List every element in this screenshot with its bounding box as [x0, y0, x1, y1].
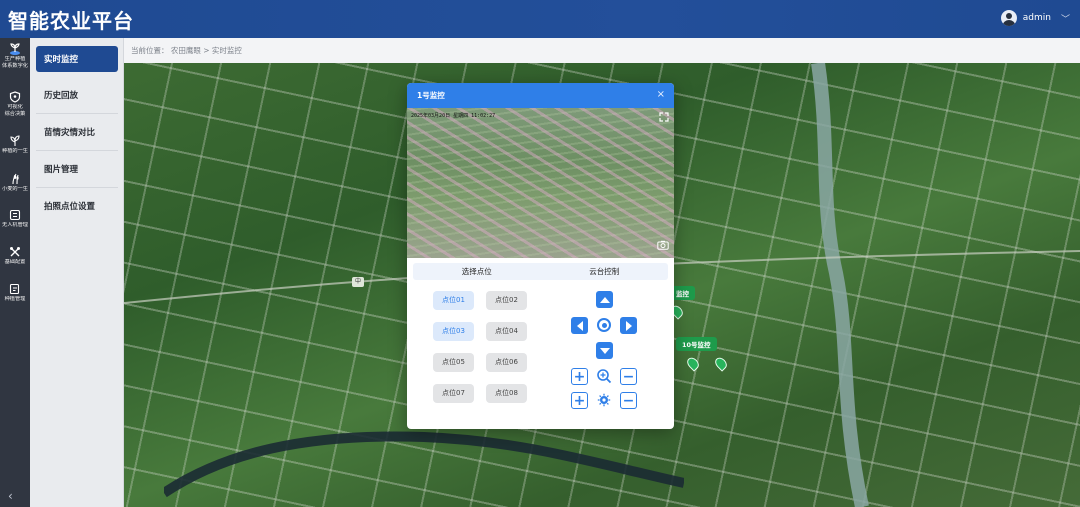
arrow-down-icon [599, 347, 610, 354]
sprout-icon [8, 134, 22, 148]
modal-header: 1号监控 × [407, 83, 674, 108]
minus-icon: − [622, 368, 635, 385]
rail-item-config[interactable]: 基础配置 [0, 245, 30, 266]
point-button[interactable]: 点位05 [433, 353, 474, 372]
user-name[interactable]: admin [1023, 13, 1051, 23]
rail-item-planting-mgmt[interactable]: 种植管理 [0, 282, 30, 303]
canal [164, 431, 684, 498]
point-button[interactable]: 点位01 [433, 291, 474, 310]
edit-icon [8, 282, 22, 296]
point-button[interactable]: 点位08 [486, 384, 527, 403]
wheat-icon [8, 172, 22, 186]
ptz-left-button[interactable] [571, 317, 588, 334]
avatar[interactable] [1000, 10, 1017, 26]
ptz-right-button[interactable] [620, 317, 637, 334]
rail-item-label: 种植管理 [4, 296, 26, 302]
map-camera-label[interactable]: 10号监控 [676, 337, 717, 351]
divider [36, 187, 118, 188]
fullscreen-icon[interactable] [658, 112, 670, 124]
close-icon[interactable]: × [657, 89, 665, 101]
point-button[interactable]: 点位04 [486, 322, 527, 341]
user-menu[interactable]: admin ﹀ [1000, 10, 1070, 26]
zoom-in-button[interactable]: + [571, 368, 588, 385]
plus-icon: + [573, 392, 586, 409]
drone-icon [8, 208, 22, 222]
map-poi-badge[interactable]: 中 [352, 277, 364, 287]
rail-item-label: 种植的一生 [2, 148, 28, 154]
breadcrumb: 当前位置： 农田鹰眼 > 实时监控 [124, 38, 1080, 63]
modal-title: 1号监控 [417, 91, 445, 100]
arrow-up-icon [599, 296, 610, 303]
chevron-left-icon[interactable]: ‹ [8, 489, 13, 503]
arrow-right-icon [625, 320, 632, 331]
shield-icon [8, 90, 22, 104]
tab-select-point[interactable]: 选择点位 [413, 263, 541, 280]
subnav-item-live-monitor[interactable]: 实时监控 [36, 46, 118, 72]
subnav-item-playback[interactable]: 历史回放 [36, 82, 118, 108]
divider [36, 150, 118, 151]
point-button[interactable]: 点位03 [433, 322, 474, 341]
sub-sidebar: 实时监控 历史回放 苗情灾情对比 图片管理 拍照点位设置 [30, 38, 124, 507]
focus-out-button[interactable]: − [620, 392, 637, 409]
video-timestamp: 2025年03月20日 星期四 11:02:27 [411, 113, 496, 119]
main-nav-rail: 生产种植 体系数字化 可视化 综合决策 种植的一生 小麦的一生 无人机管理 基础配置 [0, 38, 30, 507]
ptz-center-icon[interactable] [597, 318, 611, 332]
modal-tabs: 选择点位 云台控制 [413, 263, 668, 280]
plant-icon [8, 42, 22, 56]
point-button[interactable]: 点位02 [486, 291, 527, 310]
rail-item-label: 小麦的一生 [2, 186, 28, 192]
app-title: 智能农业平台 [8, 8, 134, 33]
video-feed[interactable]: 2025年03月20日 星期四 11:02:27 [407, 108, 674, 258]
subnav-item-photo-points[interactable]: 拍照点位设置 [36, 193, 118, 219]
chevron-down-icon[interactable]: ﹀ [1061, 12, 1070, 25]
zoom-out-button[interactable]: − [620, 368, 637, 385]
zoom-icon [597, 369, 612, 384]
rail-item-label: 无人机管理 [2, 222, 28, 228]
map-marker-icon[interactable] [712, 355, 730, 372]
tools-icon [8, 245, 22, 259]
ptz-up-button[interactable] [596, 291, 613, 308]
tab-ptz-control[interactable]: 云台控制 [541, 263, 669, 280]
rail-item-label: 生产种植 体系数字化 [2, 56, 28, 69]
rail-item-planting-life[interactable]: 种植的一生 [0, 134, 30, 155]
rail-item-label: 基础配置 [4, 259, 26, 265]
camera-modal: 1号监控 × 2025年03月20日 星期四 11:02:27 选择点位 云台控… [407, 83, 674, 429]
point-button[interactable]: 点位06 [486, 353, 527, 372]
subnav-item-compare[interactable]: 苗情灾情对比 [36, 119, 118, 145]
rail-item-wheat-life[interactable]: 小麦的一生 [0, 172, 30, 193]
subnav-item-images[interactable]: 图片管理 [36, 156, 118, 182]
divider [36, 113, 118, 114]
map-marker-icon[interactable] [684, 355, 702, 372]
app-header: 智能农业平台 admin ﹀ [0, 0, 1080, 38]
rail-item-drone[interactable]: 无人机管理 [0, 208, 30, 229]
camera-icon[interactable] [656, 240, 670, 252]
plus-icon: + [573, 368, 586, 385]
rail-item-production[interactable]: 生产种植 体系数字化 [0, 42, 30, 70]
minus-icon: − [622, 392, 635, 409]
focus-icon [597, 393, 611, 407]
rail-item-label: 可视化 综合决策 [4, 104, 26, 117]
breadcrumb-text: 当前位置： 农田鹰眼 > 实时监控 [131, 46, 242, 55]
ptz-down-button[interactable] [596, 342, 613, 359]
focus-in-button[interactable]: + [571, 392, 588, 409]
point-button[interactable]: 点位07 [433, 384, 474, 403]
arrow-left-icon [576, 320, 583, 331]
rail-item-decision[interactable]: 可视化 综合决策 [0, 90, 30, 118]
